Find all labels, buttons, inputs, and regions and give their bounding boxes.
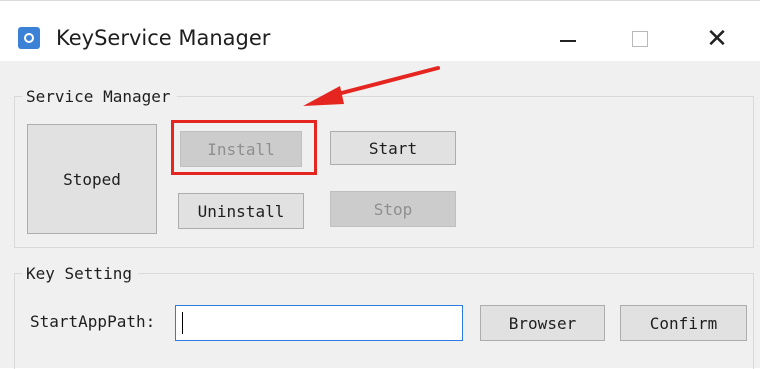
confirm-button[interactable]: Confirm	[620, 305, 747, 341]
keyservice-window: KeyService Manager ✕ Service Manager Sto…	[0, 0, 760, 369]
app-icon	[18, 27, 40, 49]
start-button[interactable]: Start	[330, 131, 456, 165]
uninstall-button[interactable]: Uninstall	[178, 193, 304, 229]
title-bar[interactable]: KeyService Manager ✕	[0, 1, 760, 61]
minimize-button[interactable]	[545, 17, 591, 61]
browser-button[interactable]: Browser	[480, 305, 605, 341]
close-icon: ✕	[706, 24, 728, 54]
text-caret	[182, 312, 183, 334]
service-status-display: Stoped	[27, 124, 157, 234]
start-app-path-label: StartAppPath:	[30, 312, 156, 331]
key-setting-legend: Key Setting	[22, 264, 138, 283]
close-button[interactable]: ✕	[694, 17, 740, 61]
annotation-highlight-box	[171, 120, 317, 175]
window-title: KeyService Manager	[56, 26, 271, 50]
minimize-icon	[560, 40, 576, 42]
start-app-path-input[interactable]	[175, 305, 463, 341]
maximize-icon	[632, 31, 648, 47]
maximize-button[interactable]	[617, 17, 663, 61]
service-manager-legend: Service Manager	[22, 87, 177, 106]
stop-button[interactable]: Stop	[330, 191, 456, 227]
